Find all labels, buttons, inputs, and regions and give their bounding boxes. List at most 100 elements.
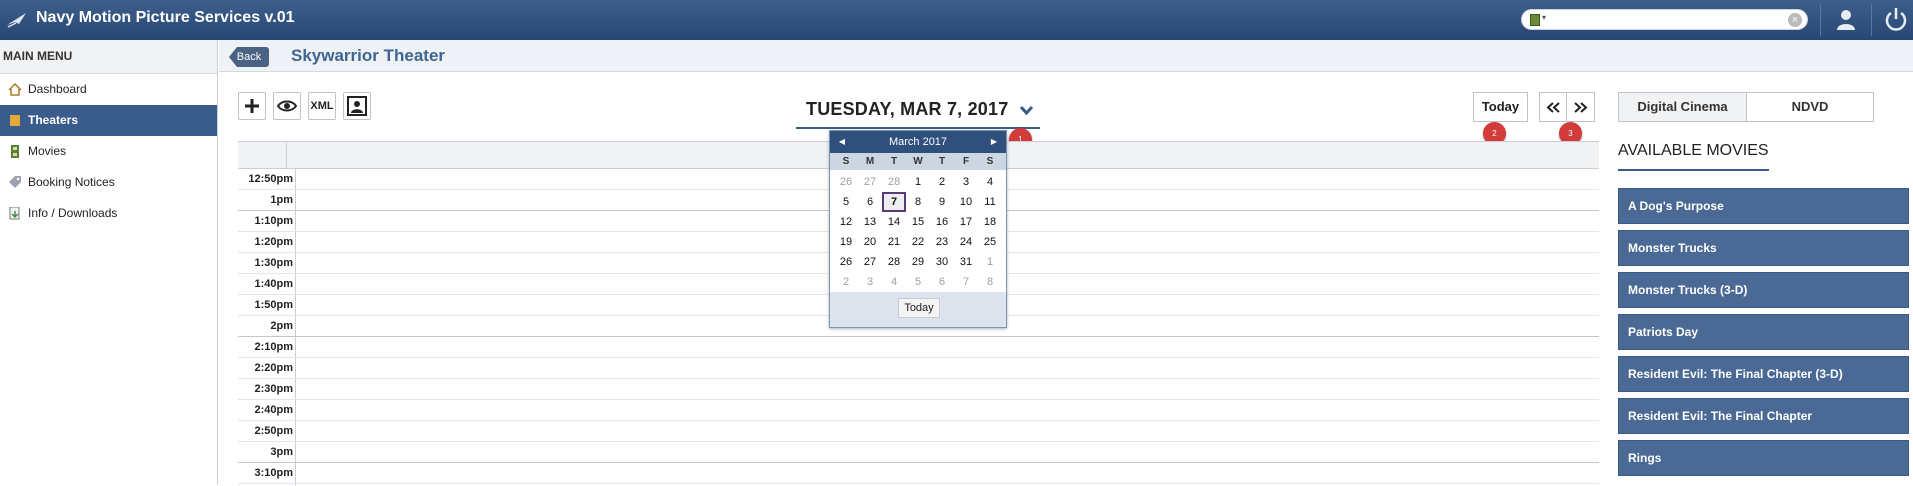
day-cell[interactable]: 31: [954, 252, 978, 272]
sidebar-item-theaters[interactable]: Theaters: [0, 105, 217, 136]
next-month-icon[interactable]: ▶: [984, 131, 1004, 153]
time-slot-row[interactable]: 2:40pm: [238, 400, 1599, 421]
day-cell[interactable]: 3: [858, 272, 882, 292]
movie-button[interactable]: A Dog's Purpose: [1618, 188, 1909, 224]
weekday-label: F: [962, 156, 970, 167]
day-cell[interactable]: 1: [906, 172, 930, 192]
date-picker[interactable]: ◀ March 2017 ▶ SMTWTFS 26 27 28 1 2 3 4 5 6 7 8 9 10…: [829, 130, 1007, 328]
day-cell[interactable]: 6: [858, 192, 882, 212]
day-cell[interactable]: 21: [882, 232, 906, 252]
search-box[interactable]: ▾ ×: [1521, 9, 1808, 30]
day-cell[interactable]: 19: [834, 232, 858, 252]
day-cell[interactable]: 2: [834, 272, 858, 292]
movie-button[interactable]: Rings: [1618, 440, 1909, 476]
day-cell[interactable]: 27: [858, 252, 882, 272]
day-cell[interactable]: 6: [930, 272, 954, 292]
search-input[interactable]: [1554, 12, 1784, 27]
day-cell[interactable]: 8: [978, 272, 1002, 292]
day-cell[interactable]: 14: [882, 212, 906, 232]
day-cell[interactable]: 4: [882, 272, 906, 292]
app-title: Navy Motion Picture Services v.01: [36, 9, 295, 26]
house-icon: [8, 83, 22, 96]
day-cell[interactable]: 18: [978, 212, 1002, 232]
day-cell[interactable]: 17: [954, 212, 978, 232]
day-cell[interactable]: 20: [858, 232, 882, 252]
day-cell[interactable]: 26: [834, 252, 858, 272]
day-cell[interactable]: 23: [930, 232, 954, 252]
film-filter-icon[interactable]: [1530, 14, 1540, 26]
chevron-down-icon[interactable]: [1019, 104, 1034, 116]
group-icon: [347, 96, 367, 116]
xml-button[interactable]: XML: [308, 92, 336, 120]
people-button[interactable]: [343, 92, 371, 120]
top-bar: Navy Motion Picture Services v.01 ▾ ×: [0, 0, 1913, 40]
day-cell[interactable]: 12: [834, 212, 858, 232]
movie-button[interactable]: Patriots Day: [1618, 314, 1909, 350]
power-icon[interactable]: [1884, 6, 1908, 32]
day-cell[interactable]: 25: [978, 232, 1002, 252]
day-cell[interactable]: 7: [954, 272, 978, 292]
chevron-down-icon[interactable]: ▾: [1542, 13, 1546, 22]
view-button[interactable]: [273, 92, 301, 120]
day-cell[interactable]: 9: [930, 192, 954, 212]
today-button[interactable]: Today: [1473, 92, 1528, 122]
time-slot-row[interactable]: 2:50pm: [238, 421, 1599, 442]
schedule-corner: [238, 142, 287, 169]
divider: [1871, 4, 1872, 36]
sidebar-item-label: Booking Notices: [28, 175, 115, 189]
tab-digital-cinema[interactable]: Digital Cinema: [1618, 92, 1747, 122]
day-cell[interactable]: 8: [906, 192, 930, 212]
day-cell[interactable]: 24: [954, 232, 978, 252]
download-doc-icon: [9, 207, 20, 220]
time-slot-row[interactable]: 3pm: [238, 442, 1599, 463]
day-cell[interactable]: 3: [954, 172, 978, 192]
back-button[interactable]: Back: [229, 47, 269, 67]
user-icon[interactable]: [1834, 7, 1858, 31]
time-slot-row[interactable]: 3:10pm: [238, 463, 1599, 484]
day-cell[interactable]: 5: [906, 272, 930, 292]
day-cell[interactable]: 27: [858, 172, 882, 192]
day-cell[interactable]: 2: [930, 172, 954, 192]
movie-button[interactable]: Resident Evil: The Final Chapter: [1618, 398, 1909, 434]
day-cell[interactable]: 1: [978, 252, 1002, 272]
day-cell[interactable]: 11: [978, 192, 1002, 212]
day-cell[interactable]: 16: [930, 212, 954, 232]
time-label: 2:10pm: [254, 341, 293, 353]
sidebar-item-dashboard[interactable]: Dashboard: [0, 74, 217, 105]
day-cell[interactable]: 4: [978, 172, 1002, 192]
movie-button[interactable]: Resident Evil: The Final Chapter (3-D): [1618, 356, 1909, 392]
day-cell[interactable]: 7: [882, 192, 906, 212]
sidebar-item-booking-notices[interactable]: Booking Notices: [0, 167, 217, 198]
date-title[interactable]: TUESDAY, MAR 7, 2017: [796, 99, 1040, 129]
time-slot-row[interactable]: 2:10pm: [238, 337, 1599, 358]
day-cell[interactable]: 22: [906, 232, 930, 252]
date-picker-month: March 2017: [888, 136, 948, 148]
film-icon: [11, 145, 19, 158]
add-button[interactable]: [238, 92, 266, 120]
clear-search-icon[interactable]: ×: [1788, 13, 1802, 27]
time-label: 2:50pm: [254, 425, 293, 437]
prev-month-icon[interactable]: ◀: [832, 131, 852, 153]
movie-button[interactable]: Monster Trucks (3-D): [1618, 272, 1909, 308]
day-cell[interactable]: 13: [858, 212, 882, 232]
day-cell[interactable]: 10: [954, 192, 978, 212]
available-movies-heading: AVAILABLE MOVIES: [1618, 142, 1769, 171]
eye-icon: [276, 100, 298, 112]
day-cell[interactable]: 28: [882, 252, 906, 272]
time-slot-row[interactable]: 2:30pm: [238, 379, 1599, 400]
day-cell[interactable]: 26: [834, 172, 858, 192]
time-slot-row[interactable]: 2:20pm: [238, 358, 1599, 379]
day-cell[interactable]: 5: [834, 192, 858, 212]
day-cell[interactable]: 29: [906, 252, 930, 272]
day-cell[interactable]: 28: [882, 172, 906, 192]
day-cell[interactable]: 30: [930, 252, 954, 272]
time-label: 3:10pm: [254, 467, 293, 479]
day-cell[interactable]: 15: [906, 212, 930, 232]
date-picker-today-button[interactable]: Today: [898, 298, 940, 318]
sidebar-item-movies[interactable]: Movies: [0, 136, 217, 167]
tab-ndvd[interactable]: NDVD: [1747, 92, 1874, 122]
sidebar-item-info-downloads[interactable]: Info / Downloads: [0, 198, 217, 229]
previous-day-button[interactable]: [1539, 92, 1567, 122]
next-day-button[interactable]: [1567, 92, 1595, 122]
movie-button[interactable]: Monster Trucks: [1618, 230, 1909, 266]
